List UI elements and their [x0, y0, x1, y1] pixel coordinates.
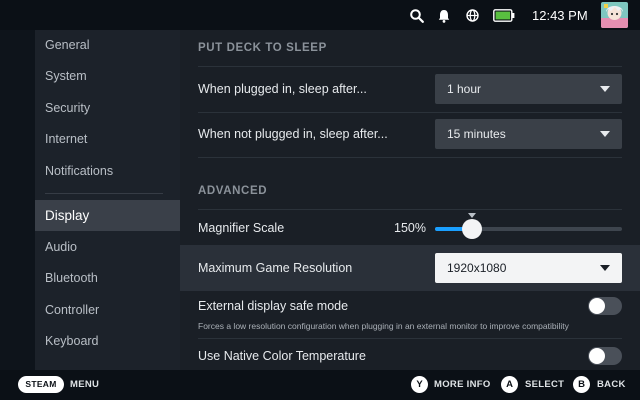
safe-mode-toggle[interactable] [588, 297, 622, 315]
sidebar-item-notifications[interactable]: Notifications [35, 156, 180, 187]
more-info-label: MORE INFO [434, 379, 491, 390]
slider-default-marker [468, 213, 476, 218]
max-resolution-dropdown[interactable]: 1920x1080 [435, 253, 622, 283]
back-label: BACK [597, 379, 626, 390]
plugged-sleep-dropdown[interactable]: 1 hour [435, 74, 622, 104]
sidebar-item-label: System [45, 69, 87, 83]
clock: 12:43 PM [532, 8, 588, 23]
divider [198, 112, 622, 113]
sidebar-item-label: Audio [45, 240, 77, 254]
avatar[interactable] [601, 2, 628, 28]
settings-sidebar: General System Security Internet Notific… [35, 30, 180, 370]
max-resolution-label: Maximum Game Resolution [198, 261, 353, 275]
divider [198, 157, 622, 158]
chevron-down-icon [600, 131, 610, 137]
sidebar-item-audio[interactable]: Audio [35, 232, 180, 263]
native-color-temp-label: Use Native Color Temperature [198, 349, 366, 363]
toggle-knob [589, 298, 605, 314]
search-icon[interactable] [410, 9, 424, 28]
magnifier-scale-value: 150% [394, 221, 426, 235]
divider [198, 66, 622, 67]
plugged-sleep-label: When plugged in, sleep after... [198, 82, 367, 96]
chevron-down-icon [600, 86, 610, 92]
slider-handle[interactable] [462, 219, 482, 239]
sidebar-item-label: Keyboard [45, 334, 99, 348]
menu-label: MENU [70, 379, 100, 390]
globe-icon[interactable] [466, 9, 479, 27]
section-title-advanced: ADVANCED [198, 185, 268, 197]
footer-bar: STEAM MENU Y MORE INFO A SELECT B BACK [0, 370, 640, 400]
b-button-icon[interactable]: B [573, 376, 590, 393]
native-color-temp-toggle[interactable] [588, 347, 622, 365]
sidebar-item-label: Notifications [45, 164, 114, 178]
sidebar-item-label: Controller [45, 303, 100, 317]
status-bar: 12:43 PM [0, 0, 640, 30]
unplugged-sleep-dropdown[interactable]: 15 minutes [435, 119, 622, 149]
dropdown-value: 1 hour [447, 82, 482, 96]
sidebar-item-label: Display [45, 208, 90, 223]
unplugged-sleep-label: When not plugged in, sleep after... [198, 127, 388, 141]
sidebar-item-label: General [45, 38, 90, 52]
safe-mode-label: External display safe mode [198, 299, 349, 313]
a-button-icon[interactable]: A [501, 376, 518, 393]
chevron-down-icon [600, 265, 610, 271]
divider [198, 209, 622, 210]
divider [198, 338, 622, 339]
sidebar-item-security[interactable]: Security [35, 93, 180, 124]
sidebar-item-general[interactable]: General [35, 30, 180, 61]
sidebar-divider [45, 193, 163, 194]
toggle-knob [589, 348, 605, 364]
sidebar-item-label: Security [45, 101, 91, 115]
y-button-icon[interactable]: Y [411, 376, 428, 393]
sidebar-item-internet[interactable]: Internet [35, 124, 180, 155]
battery-charging-icon[interactable] [493, 9, 515, 27]
sidebar-item-label: Bluetooth [45, 271, 98, 285]
dropdown-value: 15 minutes [447, 127, 506, 141]
sidebar-item-keyboard[interactable]: Keyboard [35, 326, 180, 357]
steam-button[interactable]: STEAM [18, 376, 64, 393]
notification-bell-icon[interactable] [438, 9, 450, 28]
display-settings-panel: PUT DECK TO SLEEP When plugged in, sleep… [180, 30, 640, 370]
safe-mode-description: Forces a low resolution configuration wh… [198, 321, 569, 331]
section-title-sleep: PUT DECK TO SLEEP [198, 42, 327, 54]
dropdown-value: 1920x1080 [447, 261, 507, 275]
magnifier-scale-label: Magnifier Scale [198, 221, 285, 235]
sidebar-item-system[interactable]: System [35, 61, 180, 92]
select-label: SELECT [525, 379, 565, 390]
sidebar-item-label: Internet [45, 132, 88, 146]
sidebar-item-display[interactable]: Display [35, 200, 180, 231]
sidebar-item-controller[interactable]: Controller [35, 295, 180, 326]
sidebar-item-bluetooth[interactable]: Bluetooth [35, 263, 180, 294]
